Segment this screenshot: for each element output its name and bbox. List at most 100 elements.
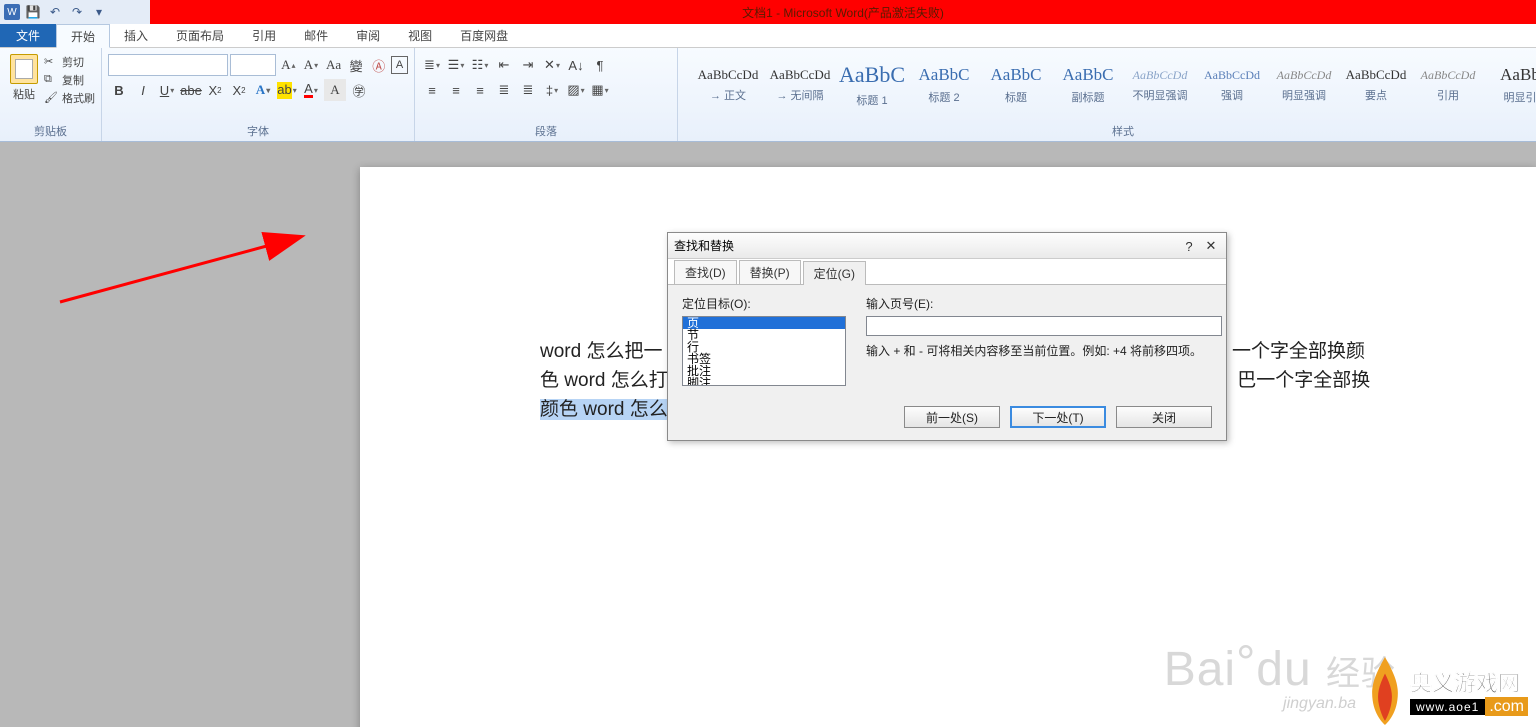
- group-clipboard: 粘贴 ✂剪切 ⧉复制 🖌格式刷 剪贴板: [0, 48, 102, 141]
- align-center-button[interactable]: ≡: [445, 79, 467, 101]
- shrink-font-button[interactable]: A▾: [301, 54, 322, 76]
- dialog-tabs: 查找(D) 替换(P) 定位(G): [668, 259, 1226, 285]
- style-preview: AaBbCcDd: [1133, 68, 1188, 83]
- style-item[interactable]: AaBbC标题 2: [908, 52, 980, 118]
- character-border-button[interactable]: A: [391, 56, 408, 74]
- sort-button[interactable]: A↓: [565, 54, 587, 76]
- page-number-input[interactable]: [866, 316, 1222, 336]
- dialog-titlebar[interactable]: 查找和替换 ? ✕: [668, 233, 1226, 259]
- style-item[interactable]: AaBbC标题: [980, 52, 1052, 118]
- paste-icon: [10, 54, 38, 84]
- numbering-button[interactable]: ☰▾: [445, 54, 467, 76]
- goto-target-item[interactable]: 页: [683, 317, 845, 329]
- goto-target-list[interactable]: 页节行书签批注脚注: [682, 316, 846, 386]
- style-item[interactable]: AaBbCcDd→ 无间隔: [764, 52, 836, 118]
- copy-button[interactable]: ⧉复制: [44, 72, 95, 88]
- clear-format-button[interactable]: Ⓐ: [369, 54, 390, 76]
- phonetic-guide-button[interactable]: 變: [346, 54, 367, 76]
- show-marks-button[interactable]: ¶: [589, 54, 611, 76]
- italic-button[interactable]: I: [132, 79, 154, 101]
- enclose-char-button[interactable]: ㊫: [348, 79, 370, 101]
- format-painter-button[interactable]: 🖌格式刷: [44, 90, 95, 106]
- dialog-tab-goto[interactable]: 定位(G): [803, 261, 866, 285]
- text-effects-button[interactable]: A▾: [252, 79, 274, 101]
- group-label-font: 字体: [102, 123, 414, 139]
- style-preview: AaBb: [1500, 65, 1536, 85]
- save-icon[interactable]: 💾: [24, 3, 42, 21]
- redo-icon[interactable]: ↷: [68, 3, 86, 21]
- style-item[interactable]: AaBbCcDd → 正文: [692, 52, 764, 118]
- tab-mailings[interactable]: 邮件: [290, 24, 342, 47]
- qat-more-icon[interactable]: ▾: [90, 3, 108, 21]
- undo-icon[interactable]: ↶: [46, 3, 64, 21]
- style-name: 要点: [1365, 87, 1387, 103]
- group-label-paragraph: 段落: [415, 123, 677, 139]
- char-shading-button[interactable]: A: [324, 79, 346, 101]
- style-name: 强调: [1221, 87, 1243, 103]
- doc-line2a: 色 word 怎么打: [540, 370, 668, 391]
- quick-access-toolbar: W 💾 ↶ ↷ ▾ 文档1 - Microsoft Word(产品激活失败): [0, 0, 1536, 24]
- dialog-help-button[interactable]: ?: [1180, 237, 1198, 255]
- tab-view[interactable]: 视图: [394, 24, 446, 47]
- style-item[interactable]: AaBbCcDd明显强调: [1268, 52, 1340, 118]
- bullets-button[interactable]: ≣▾: [421, 54, 443, 76]
- style-name: 不明显强调: [1133, 87, 1188, 103]
- superscript-button[interactable]: X2: [228, 79, 250, 101]
- font-size-select[interactable]: [230, 54, 276, 76]
- style-item[interactable]: AaBbCcDd引用: [1412, 52, 1484, 118]
- goto-target-item[interactable]: 节: [683, 329, 845, 341]
- tab-review[interactable]: 审阅: [342, 24, 394, 47]
- brush-icon: 🖌: [44, 91, 58, 105]
- style-name: 明显强调: [1282, 87, 1326, 103]
- style-name: → 正文: [710, 87, 746, 103]
- paste-label: 粘贴: [13, 86, 35, 102]
- font-color-button[interactable]: A▾: [300, 79, 322, 101]
- align-right-button[interactable]: ≡: [469, 79, 491, 101]
- indent-inc-button[interactable]: ⇥: [517, 54, 539, 76]
- grow-font-button[interactable]: A▴: [278, 54, 299, 76]
- style-preview: AaBbCcDd: [1204, 68, 1260, 83]
- tab-baidu[interactable]: 百度网盘: [446, 24, 522, 47]
- multilevel-button[interactable]: ☷▾: [469, 54, 491, 76]
- tab-insert[interactable]: 插入: [110, 24, 162, 47]
- tab-references[interactable]: 引用: [238, 24, 290, 47]
- find-replace-dialog: 查找和替换 ? ✕ 查找(D) 替换(P) 定位(G) 定位目标(O): 页节行…: [667, 232, 1227, 441]
- underline-button[interactable]: U▾: [156, 79, 178, 101]
- tab-home[interactable]: 开始: [56, 24, 110, 48]
- group-styles: AaBbCcDd→ 正文AaBbCcDd→ 无间隔AaBbC标题 1AaBbC标…: [678, 48, 1536, 141]
- dialog-tab-find[interactable]: 查找(D): [674, 260, 737, 284]
- line-spacing-button[interactable]: ‡▾: [541, 79, 563, 101]
- align-left-button[interactable]: ≡: [421, 79, 443, 101]
- borders-button[interactable]: ▦▾: [589, 79, 611, 101]
- align-justify-button[interactable]: ≣: [493, 79, 515, 101]
- shading-button[interactable]: ▨▾: [565, 79, 587, 101]
- paste-button[interactable]: 粘贴: [6, 50, 42, 102]
- bold-button[interactable]: B: [108, 79, 130, 101]
- style-item[interactable]: AaBbCcDd 不明显强调: [1124, 52, 1196, 118]
- close-button[interactable]: 关闭: [1116, 406, 1212, 428]
- style-item[interactable]: AaBb明显引: [1484, 52, 1536, 118]
- strikethrough-button[interactable]: abe: [180, 79, 202, 101]
- change-case-button[interactable]: Aa: [323, 54, 344, 76]
- asian-layout-button[interactable]: ✕▾: [541, 54, 563, 76]
- style-item[interactable]: AaBbCcDd 强调: [1196, 52, 1268, 118]
- file-tab[interactable]: 文件: [0, 24, 56, 47]
- indent-dec-button[interactable]: ⇤: [493, 54, 515, 76]
- subscript-button[interactable]: X2: [204, 79, 226, 101]
- window-title: 文档1 - Microsoft Word(产品激活失败): [150, 0, 1536, 24]
- tab-layout[interactable]: 页面布局: [162, 24, 238, 47]
- prev-button[interactable]: 前一处(S): [904, 406, 1000, 428]
- ribbon: 粘贴 ✂剪切 ⧉复制 🖌格式刷 剪贴板 A▴ A▾ Aa 變 Ⓐ: [0, 48, 1536, 142]
- dialog-tab-replace[interactable]: 替换(P): [739, 260, 801, 284]
- style-item[interactable]: AaBbC副标题: [1052, 52, 1124, 118]
- font-family-select[interactable]: [108, 54, 228, 76]
- next-button[interactable]: 下一处(T): [1010, 406, 1106, 428]
- goto-target-item[interactable]: 脚注: [683, 377, 845, 386]
- highlight-button[interactable]: ab▾: [276, 79, 298, 101]
- style-item[interactable]: AaBbC标题 1: [836, 52, 908, 118]
- cut-button[interactable]: ✂剪切: [44, 54, 95, 70]
- align-distribute-button[interactable]: ≣: [517, 79, 539, 101]
- style-item[interactable]: AaBbCcDd要点: [1340, 52, 1412, 118]
- dialog-close-button[interactable]: ✕: [1202, 237, 1220, 255]
- style-preview: AaBbCcDd: [698, 67, 759, 83]
